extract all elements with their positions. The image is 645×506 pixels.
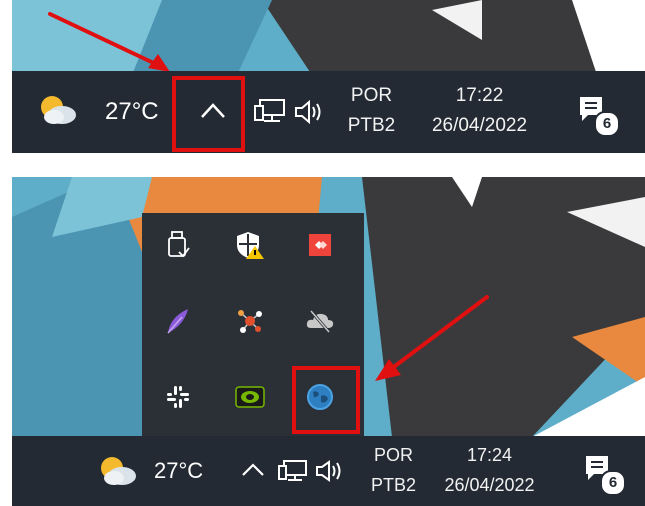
- language-indicator[interactable]: POR PTB2: [366, 440, 421, 500]
- network-app-icon[interactable]: [230, 301, 270, 341]
- network-icon[interactable]: [254, 97, 288, 132]
- weather-icon[interactable]: [38, 93, 78, 130]
- screenshot-panel-1: 27°C POR PTB2 17:22 26/04/2022 6: [12, 0, 645, 153]
- weather-temperature[interactable]: 27°C: [154, 458, 203, 484]
- taskbar: 27°C POR PTB2 17:24 26/04/2022 6: [12, 436, 645, 506]
- clock-date: 26/04/2022: [444, 475, 535, 495]
- highlight-box-globe-vpn-icon: [292, 366, 360, 434]
- language-code: POR: [350, 85, 393, 106]
- chevron-up-icon[interactable]: [240, 460, 266, 485]
- language-indicator[interactable]: POR PTB2: [344, 81, 399, 141]
- slack-icon[interactable]: [158, 377, 198, 417]
- nvidia-icon[interactable]: [230, 377, 270, 417]
- windows-security-warning-icon[interactable]: [230, 225, 270, 265]
- highlight-box-show-hidden-icons: [172, 76, 245, 152]
- screenshot-panel-2: 27°C POR PTB2 17:24 26/04/2022 6: [12, 177, 645, 506]
- anydesk-icon[interactable]: [300, 225, 340, 265]
- clock-date: 26/04/2022: [431, 115, 528, 136]
- clock[interactable]: 17:22 26/04/2022: [412, 81, 547, 141]
- weather-icon[interactable]: [98, 454, 138, 491]
- network-icon[interactable]: [278, 458, 310, 491]
- usb-safely-remove-icon[interactable]: [158, 225, 198, 265]
- notification-count-badge: 6: [600, 470, 626, 496]
- keyboard-layout: PTB2: [370, 475, 417, 495]
- red-arrow-annotation: [48, 12, 170, 72]
- clock-time: 17:24: [466, 445, 513, 465]
- weather-temperature[interactable]: 27°C: [105, 98, 159, 126]
- volume-icon[interactable]: [293, 98, 327, 131]
- notification-count-badge: 6: [594, 111, 620, 137]
- red-arrow-annotation: [375, 295, 489, 381]
- clock-time: 17:22: [455, 85, 504, 106]
- onedrive-offline-icon[interactable]: [300, 301, 340, 341]
- taskbar: 27°C POR PTB2 17:22 26/04/2022 6: [12, 71, 645, 153]
- language-code: POR: [373, 445, 413, 465]
- feather-app-icon[interactable]: [158, 301, 198, 341]
- clock[interactable]: 17:24 26/04/2022: [422, 440, 557, 500]
- volume-icon[interactable]: [314, 458, 346, 489]
- keyboard-layout: PTB2: [347, 115, 396, 136]
